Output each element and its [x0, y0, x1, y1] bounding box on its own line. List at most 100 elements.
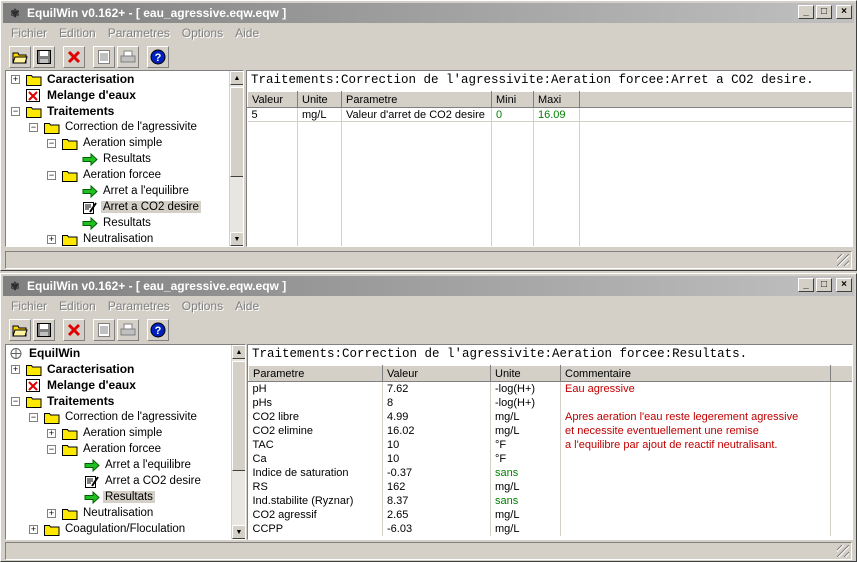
table-row[interactable]: CCPP -6.03 mg/L	[248, 521, 852, 536]
tree-item-arret-co2[interactable]: Arret a CO2 desire	[84, 473, 203, 489]
tree-item-coagulation[interactable]: Coagulation/Floculation	[44, 521, 187, 537]
table-row[interactable]: pH 7.62 -log(H+) Eau agressive	[248, 381, 852, 396]
menu-fichier[interactable]: Fichier	[5, 299, 53, 313]
collapse-icon[interactable]: −	[47, 171, 56, 180]
expand-icon[interactable]: +	[11, 75, 20, 84]
print-icon[interactable]	[117, 319, 139, 341]
expand-icon[interactable]: +	[47, 509, 56, 518]
parametre-cell: pHs	[248, 395, 383, 410]
tree-item-neutralisation[interactable]: Neutralisation	[62, 231, 155, 246]
table-row[interactable]: Ca 10 °F	[248, 451, 852, 466]
collapse-icon[interactable]: −	[11, 397, 20, 406]
scroll-thumb[interactable]	[232, 361, 245, 471]
menu-options[interactable]: Options	[176, 26, 229, 40]
help-icon[interactable]: ?	[147, 319, 169, 341]
tree-item-caracterisation[interactable]: Caracterisation	[26, 361, 136, 377]
tree-item-melange[interactable]: Melange d'eaux	[26, 377, 138, 393]
menu-edition[interactable]: Edition	[53, 26, 102, 40]
scroll-down-icon[interactable]: ▼	[230, 232, 243, 246]
document-icon[interactable]	[93, 319, 115, 341]
print-icon[interactable]	[117, 46, 139, 68]
scroll-down-icon[interactable]: ▼	[232, 525, 245, 539]
delete-icon[interactable]	[63, 319, 85, 341]
tree-item-caracterisation[interactable]: Caracterisation	[26, 71, 136, 87]
table-row[interactable]: TAC 10 °F a l'equilibre par ajout de reacti…	[248, 437, 852, 452]
maximize-icon[interactable]: □	[816, 278, 832, 292]
collapse-icon[interactable]: −	[47, 139, 56, 148]
table-row[interactable]: CO2 agressif 2.65 mg/L	[248, 507, 852, 522]
save-icon[interactable]	[33, 46, 55, 68]
column-header[interactable]: Parametre	[341, 91, 492, 108]
table-row[interactable]: RS 162 mg/L	[248, 479, 852, 494]
delete-icon[interactable]	[63, 46, 85, 68]
column-header[interactable]: Valeur	[247, 91, 298, 108]
column-header[interactable]: Valeur	[382, 365, 491, 382]
save-icon[interactable]	[33, 319, 55, 341]
menu-edition[interactable]: Edition	[53, 299, 102, 313]
title-bar[interactable]: ✾ EquilWin v0.162+ - [ eau_agressive.eqw…	[3, 276, 854, 296]
resize-grip-icon[interactable]	[837, 545, 849, 557]
tree-item-aeration-simple[interactable]: Aeration simple	[62, 135, 164, 151]
tree-item-correction[interactable]: Correction de l'agressivite	[44, 119, 199, 135]
help-icon[interactable]: ?	[147, 46, 169, 68]
minimize-icon[interactable]: _	[798, 278, 814, 292]
tree-item-traitements[interactable]: Traitements	[26, 393, 116, 409]
table-row[interactable]: CO2 elimine 16.02 mg/L et necessite eventue…	[248, 423, 852, 438]
close-icon[interactable]: ×	[836, 5, 852, 19]
open-folder-icon[interactable]	[9, 46, 31, 68]
scroll-up-icon[interactable]: ▲	[230, 71, 243, 85]
menu-aide[interactable]: Aide	[229, 299, 265, 313]
column-header[interactable]: Maxi	[533, 91, 580, 108]
minimize-icon[interactable]: _	[798, 5, 814, 19]
expand-icon[interactable]: +	[11, 365, 20, 374]
menu-parametres[interactable]: Parametres	[102, 299, 176, 313]
tree-item-resultats-forcee[interactable]: Resultats	[82, 215, 153, 231]
tree-item-melange[interactable]: Melange d'eaux	[26, 87, 138, 103]
column-header[interactable]: Parametre	[248, 365, 383, 382]
collapse-icon[interactable]: −	[29, 123, 38, 132]
open-folder-icon[interactable]	[9, 319, 31, 341]
tree-item-resultats-simple[interactable]: Resultats	[82, 151, 153, 167]
title-bar[interactable]: ✾ EquilWin v0.162+ - [ eau_agressive.eqw…	[3, 3, 854, 23]
column-header[interactable]: Unite	[297, 91, 342, 108]
tree-item-correction[interactable]: Correction de l'agressivite	[44, 409, 199, 425]
tree-item-arret-co2[interactable]: Arret a CO2 desire	[82, 199, 201, 215]
menu-options[interactable]: Options	[176, 299, 229, 313]
tree-item-aeration-forcee[interactable]: Aeration forcee	[62, 441, 163, 457]
unite-cell: mg/L	[490, 507, 561, 522]
valeur-cell[interactable]: 5	[247, 107, 298, 122]
tree-item-aeration-forcee[interactable]: Aeration forcee	[62, 167, 163, 183]
collapse-icon[interactable]: −	[11, 107, 20, 116]
tree-scrollbar[interactable]: ▲ ▼	[229, 71, 243, 246]
column-header[interactable]: Unite	[490, 365, 561, 382]
expand-icon[interactable]: +	[47, 429, 56, 438]
table-row[interactable]: pHs 8 -log(H+)	[248, 395, 852, 410]
column-header[interactable]: Commentaire	[560, 365, 831, 382]
tree-scrollbar[interactable]: ▲ ▼	[231, 345, 245, 539]
maximize-icon[interactable]: □	[816, 5, 832, 19]
table-row[interactable]: 5 mg/L Valeur d'arret de CO2 desire 0 16…	[247, 107, 852, 122]
expand-icon[interactable]: +	[47, 235, 56, 244]
table-row[interactable]: Indice de saturation -0.37 sans	[248, 465, 852, 480]
scroll-up-icon[interactable]: ▲	[232, 345, 245, 359]
table-row[interactable]: Ind.stabilite (Ryznar) 8.37 sans	[248, 493, 852, 508]
table-row[interactable]: CO2 libre 4.99 mg/L Apres aeration l'eau re…	[248, 409, 852, 424]
menu-fichier[interactable]: Fichier	[5, 26, 53, 40]
collapse-icon[interactable]: −	[29, 413, 38, 422]
tree-item-traitements[interactable]: Traitements	[26, 103, 116, 119]
scroll-thumb[interactable]	[230, 87, 243, 177]
document-icon[interactable]	[93, 46, 115, 68]
collapse-icon[interactable]: −	[47, 445, 56, 454]
expand-icon[interactable]: +	[29, 525, 38, 534]
menu-aide[interactable]: Aide	[229, 26, 265, 40]
close-icon[interactable]: ×	[836, 278, 852, 292]
tree-item-arret-equilibre[interactable]: Arret a l'equilibre	[84, 457, 193, 473]
tree-item-root[interactable]: EquilWin	[8, 345, 82, 361]
tree-item-neutralisation[interactable]: Neutralisation	[62, 505, 155, 521]
resize-grip-icon[interactable]	[837, 254, 849, 266]
column-header[interactable]: Mini	[491, 91, 534, 108]
tree-item-arret-equilibre[interactable]: Arret a l'equilibre	[82, 183, 191, 199]
menu-parametres[interactable]: Parametres	[102, 26, 176, 40]
tree-item-resultats[interactable]: Resultats	[84, 489, 155, 505]
tree-item-aeration-simple[interactable]: Aeration simple	[62, 425, 164, 441]
